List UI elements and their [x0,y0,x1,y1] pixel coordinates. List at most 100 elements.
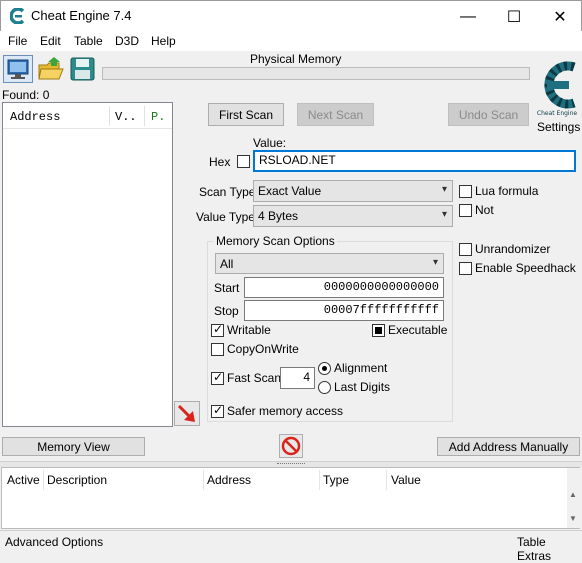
floppy-disk-icon [70,57,95,81]
menu-bar: File Edit Table D3D Help [0,31,582,51]
writable-label: Writable [227,323,271,337]
executable-checkbox[interactable] [372,324,385,337]
fast-scan-alignment-input[interactable]: 4 [280,367,315,389]
red-arrow-icon [177,404,195,422]
value-type-value: 4 Bytes [258,209,299,223]
alignment-label: Alignment [334,361,388,375]
close-button[interactable]: ✕ [537,1,582,32]
stop-label: Stop [214,304,239,318]
scan-type-value: Exact Value [258,184,322,198]
menu-table[interactable]: Table [74,34,103,48]
memory-region-select[interactable]: All ▾ [215,253,444,274]
alignment-radio[interactable] [318,362,331,375]
scan-type-label: Scan Type [199,185,256,199]
footer-bar: Advanced Options Table Extras [0,530,582,563]
col-description[interactable]: Description [47,473,107,487]
svg-text:Cheat Engine: Cheat Engine [537,110,577,117]
value-type-select[interactable]: 4 Bytes ▾ [253,205,453,227]
col-active[interactable]: Active [7,473,40,487]
splitter-grip [277,463,305,465]
value-input[interactable]: RSLOAD.NET [253,150,576,172]
table-extras-link[interactable]: Table Extras [517,535,582,563]
no-entry-icon [281,436,301,456]
fast-scan-label: Fast Scan [227,371,282,385]
chevron-down-icon: ▾ [432,257,438,268]
unrandomizer-checkbox[interactable] [459,243,472,256]
col-address[interactable]: Address [207,473,251,487]
menu-help[interactable]: Help [151,34,176,48]
hex-checkbox[interactable] [237,155,250,168]
col-type[interactable]: Type [323,473,349,487]
maximize-button[interactable]: ☐ [491,1,537,32]
header-divider [144,106,145,126]
scroll-down-icon[interactable]: ▼ [569,514,577,523]
add-to-list-button[interactable] [174,401,200,426]
col-value[interactable]: Value [391,473,421,487]
start-label: Start [214,281,240,295]
results-list[interactable]: Address V.. P. [2,102,173,427]
menu-file[interactable]: File [8,34,27,48]
results-header-address[interactable]: Address [10,110,60,124]
open-process-button[interactable] [3,55,33,83]
memory-view-button[interactable]: Memory View [2,437,145,456]
scroll-up-icon[interactable]: ▲ [569,490,577,499]
window-title: Cheat Engine 7.4 [31,8,132,23]
advanced-options-link[interactable]: Advanced Options [5,535,103,549]
chevron-down-icon: ▾ [441,209,447,220]
memory-region-value: All [220,257,234,271]
value-type-label: Value Type [196,210,255,224]
memory-scan-options-title: Memory Scan Options [214,234,337,248]
safer-memory-checkbox[interactable] [211,403,224,418]
process-label: Physical Memory [250,52,342,66]
table-scrollbar[interactable]: ▲ ▼ [567,468,580,528]
fast-scan-checkbox[interactable] [211,370,224,385]
last-digits-radio[interactable] [318,381,331,394]
open-file-button[interactable] [37,55,65,83]
computer-icon [7,59,29,79]
save-button[interactable] [69,55,97,83]
first-scan-button[interactable]: First Scan [208,103,284,126]
executable-label: Executable [388,323,448,337]
address-table[interactable]: Active Description Address Type Value ▲ … [1,467,580,529]
header-divider [109,106,110,126]
hex-label: Hex [209,155,231,169]
next-scan-button[interactable]: Next Scan [297,103,374,126]
unrandomizer-label: Unrandomizer [475,242,551,256]
speedhack-label: Enable Speedhack [475,261,576,275]
title-bar: Cheat Engine 7.4 — ☐ ✕ [0,0,582,31]
menu-edit[interactable]: Edit [40,34,61,48]
settings-logo[interactable]: Cheat Engine [533,53,581,119]
settings-label[interactable]: Settings [537,120,580,134]
chevron-down-icon: ▾ [441,184,447,195]
progress-bar [102,67,530,80]
open-folder-icon [38,57,64,80]
lua-formula-checkbox[interactable] [459,185,472,198]
start-address-input[interactable]: 0000000000000000 [244,277,444,298]
safer-memory-label: Safer memory access [227,404,344,418]
scan-type-select[interactable]: Exact Value ▾ [253,180,453,202]
found-count: Found: 0 [2,88,50,102]
last-digits-label: Last Digits [334,380,391,394]
writable-checkbox[interactable] [211,322,224,337]
not-label: Not [475,203,494,217]
cheat-engine-logo-icon: Cheat Engine [537,61,577,117]
copy-on-write-checkbox[interactable] [211,343,224,356]
undo-scan-button[interactable]: Undo Scan [448,103,529,126]
results-header-previous[interactable]: P. [151,110,165,124]
results-header-value[interactable]: V.. [115,110,137,124]
header-divider [319,470,320,490]
indeterminate-mark [375,327,382,334]
header-divider [386,470,387,490]
menu-d3d[interactable]: D3D [115,34,139,48]
not-checkbox[interactable] [459,204,472,217]
minimize-button[interactable]: — [445,1,491,32]
clear-list-button[interactable] [279,434,303,458]
value-label: Value: [253,136,287,150]
address-table-header: Active Description Address Type Value [2,468,568,492]
results-header: Address V.. P. [3,103,172,129]
header-divider [203,470,204,490]
add-address-manually-button[interactable]: Add Address Manually [437,437,580,456]
speedhack-checkbox[interactable] [459,262,472,275]
stop-address-input[interactable]: 00007fffffffffff [244,300,444,321]
copy-on-write-label: CopyOnWrite [227,342,299,356]
